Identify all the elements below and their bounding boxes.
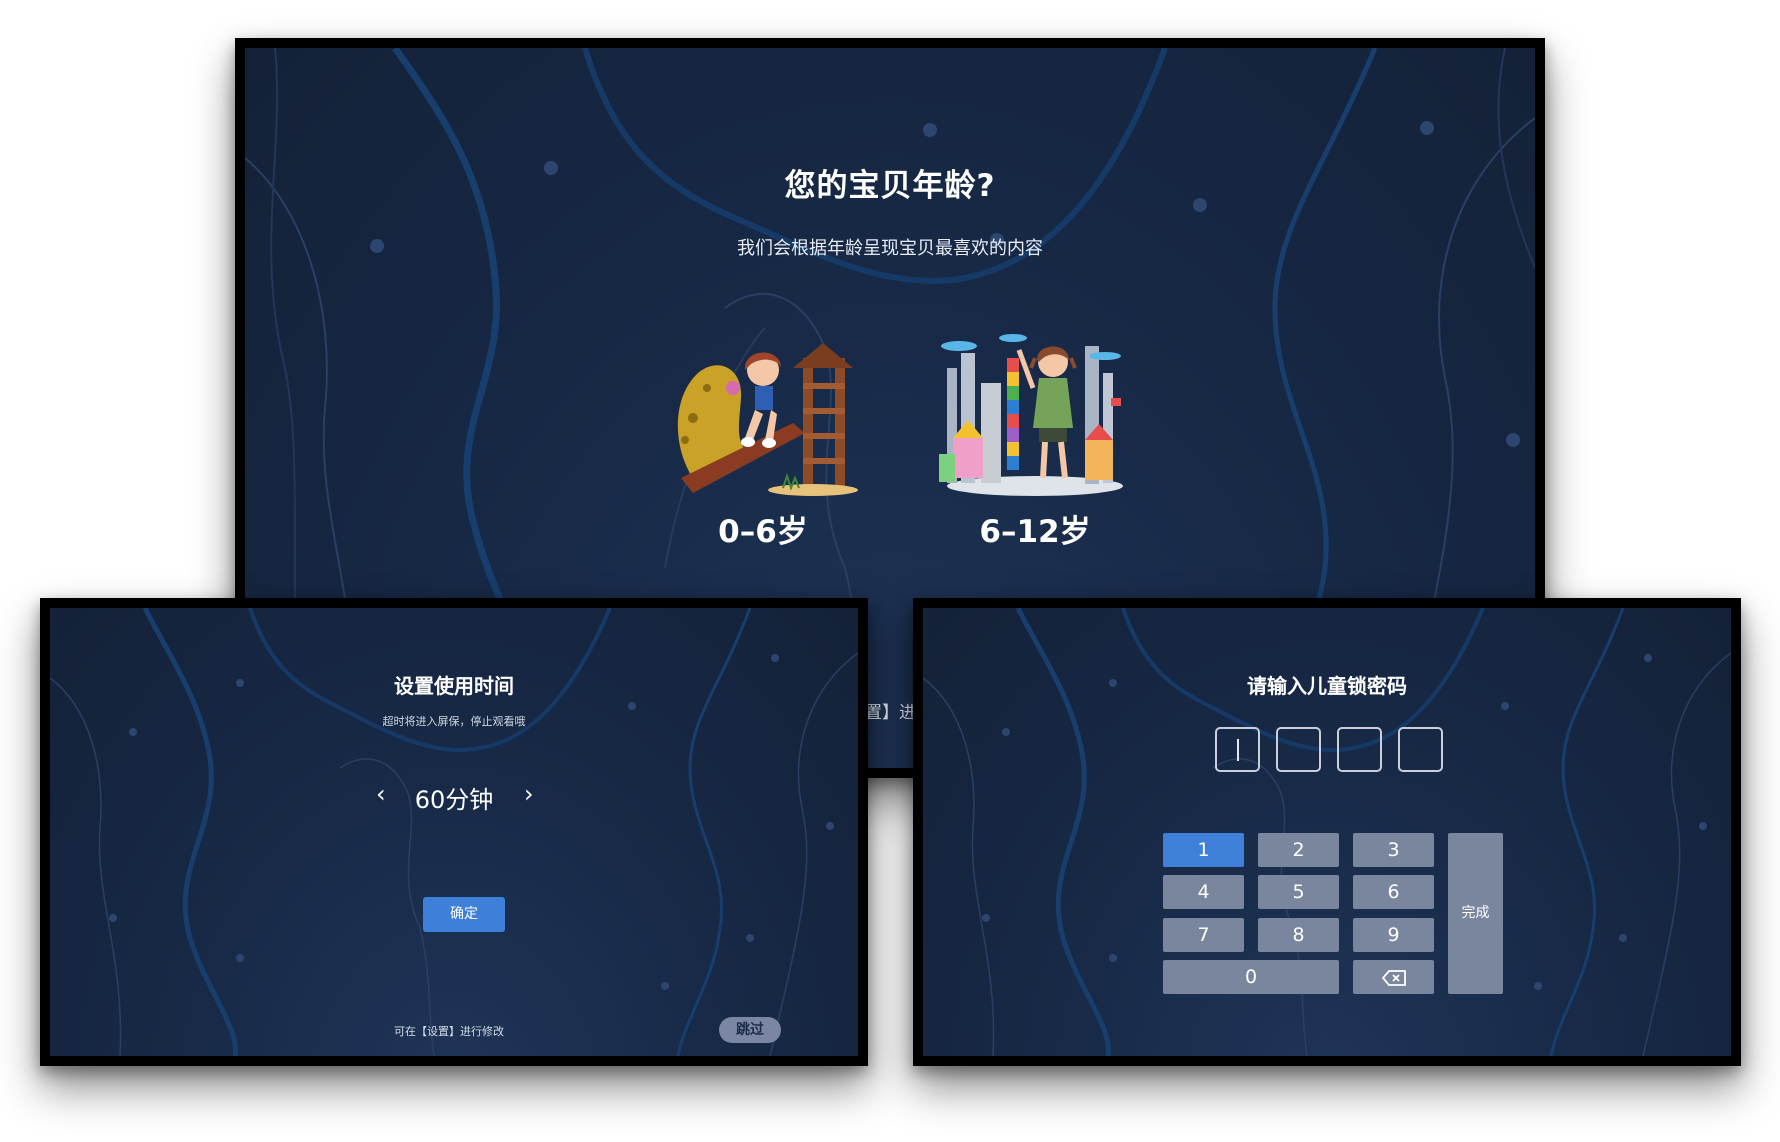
- age-option-0-6[interactable]: 0–6岁: [663, 328, 863, 551]
- key-0[interactable]: 0: [1163, 960, 1339, 994]
- usage-time-panel: 设置使用时间 超时将进入屏保，停止观看哦 ‹ 60分钟 › 确定 可在【设置】进…: [50, 608, 858, 1056]
- skip-button[interactable]: 跳过: [719, 1017, 781, 1043]
- age-option-label: 0–6岁: [718, 514, 808, 550]
- key-4[interactable]: 4: [1163, 875, 1244, 909]
- backspace-button[interactable]: [1353, 960, 1434, 994]
- slide-kid-illustration: [677, 343, 858, 496]
- backspace-icon: [1381, 969, 1406, 986]
- child-lock-screen: 请输入儿童锁密码 1 2 3 4 5 6 7 8 9 0 完成: [913, 598, 1741, 1066]
- key-8[interactable]: 8: [1258, 918, 1339, 952]
- age-option-6-12[interactable]: 6–12岁: [935, 328, 1135, 551]
- child-lock-panel: 请输入儿童锁密码 1 2 3 4 5 6 7 8 9 0 完成: [923, 608, 1731, 1056]
- pin-digit-4[interactable]: [1398, 727, 1443, 772]
- key-1[interactable]: 1: [1163, 833, 1244, 867]
- text-cursor: [1237, 739, 1239, 761]
- page-title: 请输入儿童锁密码: [1247, 674, 1407, 698]
- page-subtitle: 超时将进入屏保，停止观看哦: [382, 715, 526, 728]
- pin-digit-3[interactable]: [1337, 727, 1382, 772]
- time-value: 60分钟: [414, 786, 494, 814]
- page-title: 您的宝贝年龄?: [784, 168, 996, 204]
- usage-time-screen: 设置使用时间 超时将进入屏保，停止观看哦 ‹ 60分钟 › 确定 可在【设置】进…: [40, 598, 868, 1066]
- age-option-label: 6–12岁: [979, 514, 1091, 550]
- key-6[interactable]: 6: [1353, 875, 1434, 909]
- blocks-kid-illustration: [939, 334, 1123, 496]
- pin-digit-1[interactable]: [1215, 727, 1260, 772]
- page-title: 设置使用时间: [394, 674, 514, 698]
- pin-digit-2[interactable]: [1276, 727, 1321, 772]
- confirm-button[interactable]: 确定: [423, 897, 505, 932]
- key-3[interactable]: 3: [1353, 833, 1434, 867]
- key-9[interactable]: 9: [1353, 918, 1434, 952]
- key-2[interactable]: 2: [1258, 833, 1339, 867]
- page-subtitle: 我们会根据年龄呈现宝贝最喜欢的内容: [737, 238, 1043, 259]
- key-5[interactable]: 5: [1258, 875, 1339, 909]
- chevron-right-icon[interactable]: ›: [524, 780, 534, 808]
- key-7[interactable]: 7: [1163, 918, 1244, 952]
- settings-hint: 可在【设置】进行修改: [394, 1025, 504, 1038]
- settings-hint-peek: 置】进: [865, 703, 916, 723]
- done-button[interactable]: 完成: [1448, 833, 1503, 994]
